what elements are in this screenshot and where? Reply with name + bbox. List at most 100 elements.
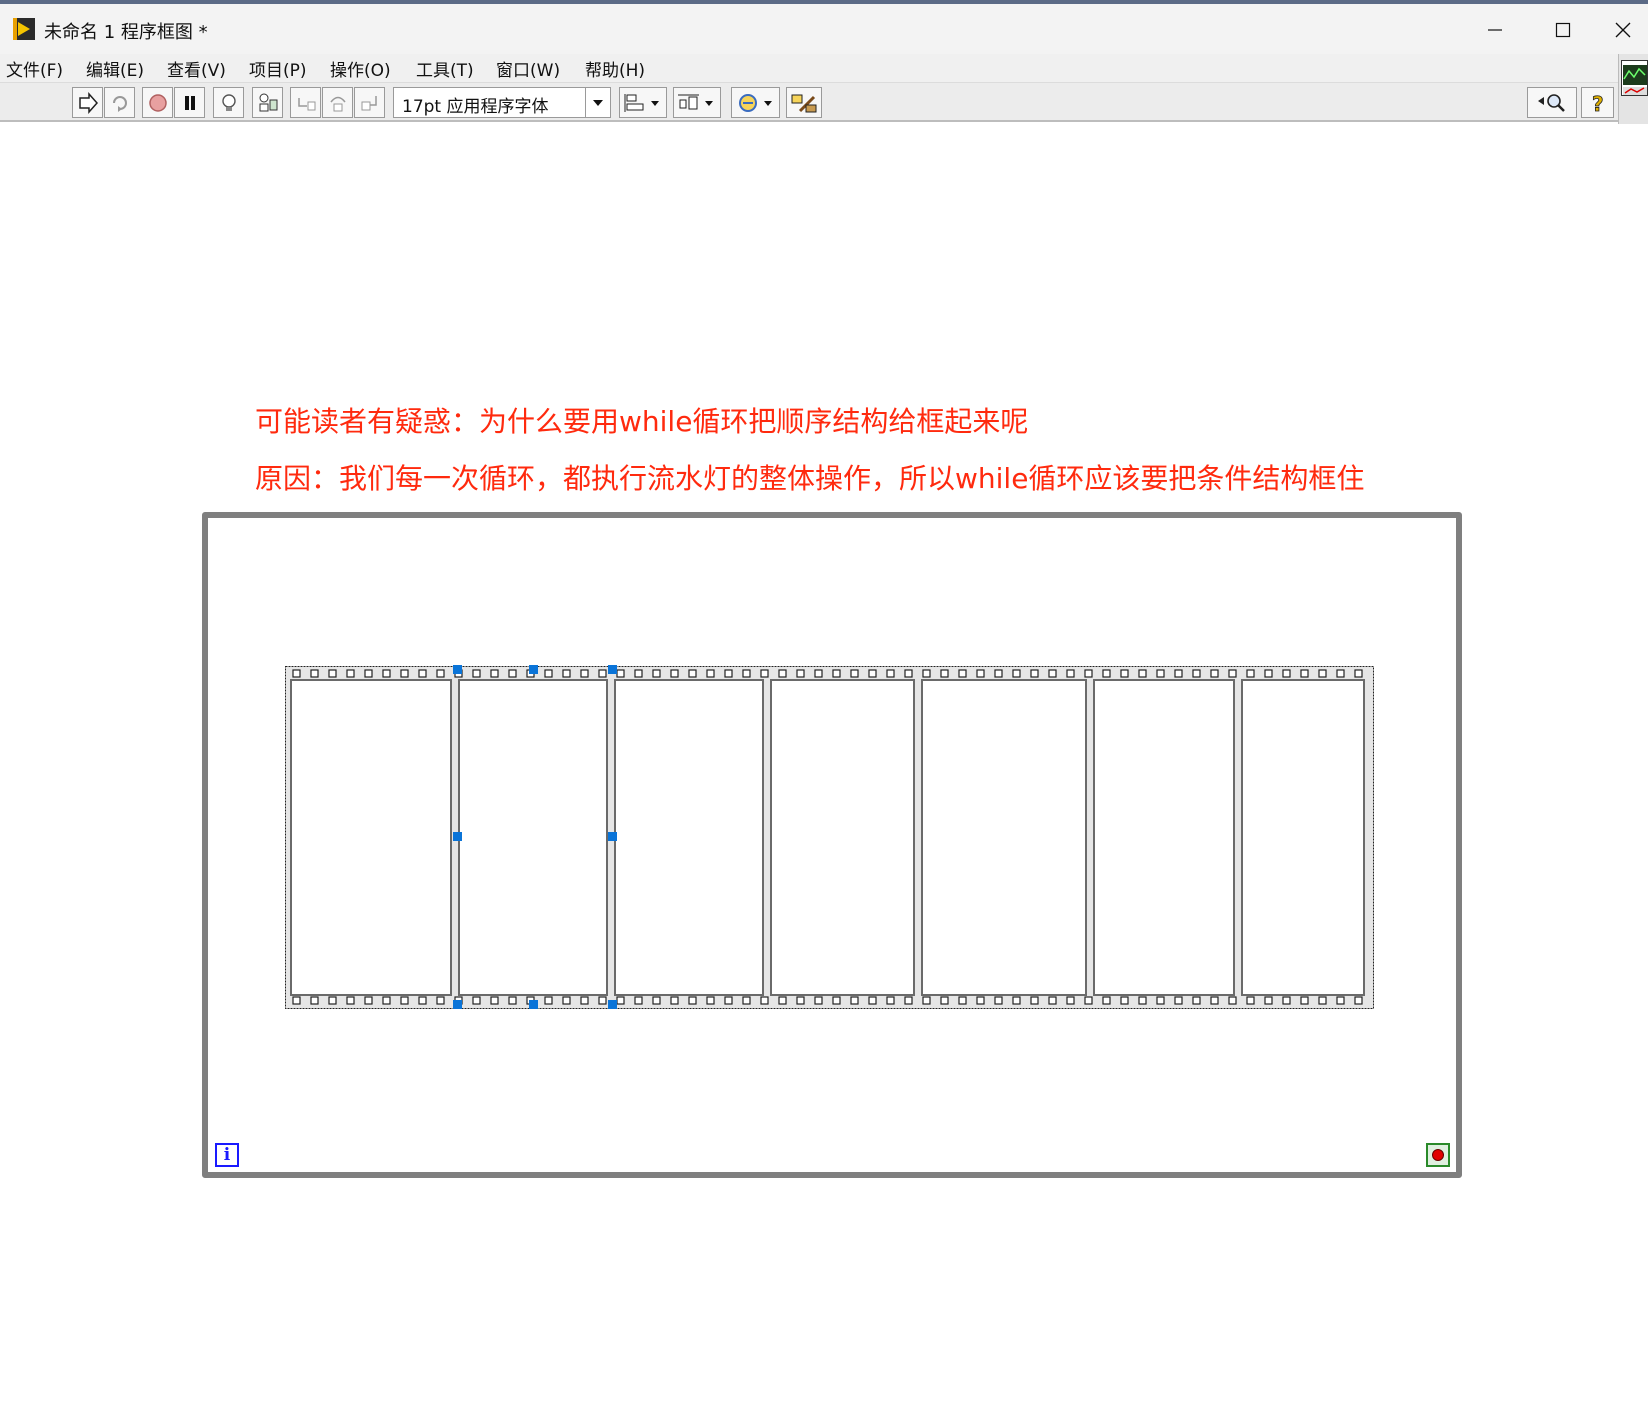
film-hole bbox=[436, 669, 445, 678]
selection-handle[interactable] bbox=[529, 1000, 538, 1009]
selection-handle[interactable] bbox=[608, 665, 617, 674]
retain-wire-values-icon bbox=[259, 93, 277, 111]
film-hole bbox=[1120, 669, 1129, 678]
film-hole bbox=[292, 669, 301, 678]
film-hole bbox=[688, 669, 697, 678]
film-hole bbox=[850, 996, 859, 1005]
film-hole bbox=[490, 669, 499, 678]
menu-help[interactable]: 帮助(H) bbox=[585, 56, 645, 81]
selection-handle[interactable] bbox=[529, 665, 538, 674]
film-hole bbox=[760, 996, 769, 1005]
align-objects-button[interactable] bbox=[619, 87, 667, 118]
film-hole bbox=[562, 669, 571, 678]
film-hole bbox=[1336, 669, 1345, 678]
film-hole bbox=[472, 996, 481, 1005]
film-hole bbox=[1156, 996, 1165, 1005]
film-hole bbox=[1228, 669, 1237, 678]
sequence-frame bbox=[458, 679, 608, 996]
maximize-button[interactable] bbox=[1535, 12, 1591, 48]
menu-project[interactable]: 项目(P) bbox=[249, 56, 307, 81]
pause-button[interactable] bbox=[174, 87, 205, 118]
film-hole bbox=[1318, 669, 1327, 678]
flat-sequence-structure[interactable] bbox=[285, 665, 1374, 1009]
film-hole bbox=[1066, 996, 1075, 1005]
search-button[interactable] bbox=[1527, 87, 1577, 118]
film-hole bbox=[544, 996, 553, 1005]
sequence-frame bbox=[290, 679, 452, 996]
selection-handle[interactable] bbox=[608, 832, 617, 841]
minimize-button[interactable] bbox=[1467, 12, 1523, 48]
cleanup-diagram-icon bbox=[791, 94, 817, 112]
close-button[interactable] bbox=[1600, 12, 1646, 48]
film-hole bbox=[958, 996, 967, 1005]
selection-handle[interactable] bbox=[453, 1000, 462, 1009]
film-hole bbox=[490, 996, 499, 1005]
film-hole bbox=[472, 669, 481, 678]
film-hole bbox=[1030, 996, 1039, 1005]
abort-icon bbox=[148, 93, 167, 112]
film-hole bbox=[364, 996, 373, 1005]
distribute-objects-button[interactable] bbox=[673, 87, 721, 118]
abort-button[interactable] bbox=[142, 87, 173, 118]
film-hole bbox=[580, 669, 589, 678]
film-hole bbox=[904, 669, 913, 678]
film-hole bbox=[922, 996, 931, 1005]
film-hole bbox=[364, 669, 373, 678]
menu-view[interactable]: 查看(V) bbox=[167, 56, 226, 81]
film-hole bbox=[1210, 996, 1219, 1005]
film-hole bbox=[1318, 996, 1327, 1005]
menu-edit[interactable]: 编辑(E) bbox=[86, 56, 144, 81]
sequence-frame bbox=[614, 679, 764, 996]
film-hole bbox=[400, 669, 409, 678]
menu-bar: 文件(F) 编辑(E) 查看(V) 项目(P) 操作(O) 工具(T) 窗口(W… bbox=[0, 54, 1618, 83]
step-into-icon bbox=[297, 97, 315, 110]
step-over-button[interactable] bbox=[322, 87, 353, 118]
film-hole bbox=[742, 996, 751, 1005]
film-hole bbox=[652, 996, 661, 1005]
close-icon bbox=[1615, 22, 1631, 38]
sequence-frame bbox=[1093, 679, 1235, 996]
vi-icon[interactable] bbox=[1621, 60, 1648, 96]
font-select[interactable]: 17pt 应用程序字体 bbox=[393, 87, 611, 118]
highlight-execution-button[interactable] bbox=[213, 87, 244, 118]
menu-window[interactable]: 窗口(W) bbox=[496, 56, 560, 81]
film-hole bbox=[814, 996, 823, 1005]
film-hole bbox=[904, 996, 913, 1005]
selection-handle[interactable] bbox=[608, 1000, 617, 1009]
film-hole bbox=[1246, 996, 1255, 1005]
film-hole bbox=[1246, 669, 1255, 678]
help-button[interactable]: ? bbox=[1581, 87, 1614, 118]
film-hole bbox=[418, 669, 427, 678]
film-hole bbox=[1012, 669, 1021, 678]
step-out-button[interactable] bbox=[354, 87, 385, 118]
film-hole bbox=[1300, 669, 1309, 678]
run-continuously-button[interactable] bbox=[104, 87, 135, 118]
sequence-frame bbox=[921, 679, 1087, 996]
film-hole bbox=[796, 996, 805, 1005]
selection-handle[interactable] bbox=[453, 665, 462, 674]
loop-condition-terminal[interactable] bbox=[1426, 1143, 1450, 1167]
film-hole bbox=[868, 996, 877, 1005]
film-hole bbox=[1354, 996, 1363, 1005]
menu-tools[interactable]: 工具(T) bbox=[416, 56, 474, 81]
retain-wire-values-button[interactable] bbox=[252, 87, 283, 118]
film-hole bbox=[598, 996, 607, 1005]
film-hole bbox=[508, 996, 517, 1005]
selection-handle[interactable] bbox=[453, 832, 462, 841]
film-hole bbox=[868, 669, 877, 678]
film-hole bbox=[1354, 669, 1363, 678]
step-into-button[interactable] bbox=[290, 87, 321, 118]
menu-file[interactable]: 文件(F) bbox=[6, 56, 63, 81]
reorder-button[interactable] bbox=[731, 87, 780, 118]
film-hole bbox=[1282, 669, 1291, 678]
film-hole bbox=[1192, 996, 1201, 1005]
film-hole bbox=[310, 669, 319, 678]
film-hole bbox=[1282, 996, 1291, 1005]
run-button[interactable] bbox=[72, 87, 103, 118]
cleanup-diagram-button[interactable] bbox=[786, 87, 822, 118]
menu-operate[interactable]: 操作(O) bbox=[330, 56, 391, 81]
film-hole bbox=[724, 996, 733, 1005]
iteration-terminal[interactable]: i bbox=[215, 1143, 239, 1167]
film-hole bbox=[688, 996, 697, 1005]
film-hole bbox=[958, 669, 967, 678]
